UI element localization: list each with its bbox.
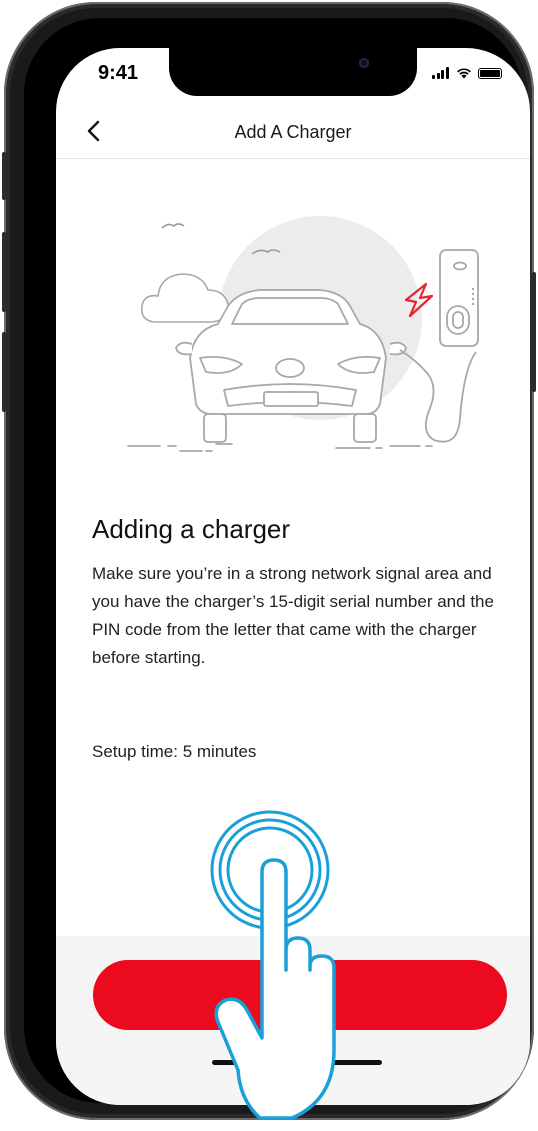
nav-divider <box>56 158 530 159</box>
silent-switch <box>2 152 6 200</box>
home-indicator[interactable] <box>212 1060 382 1065</box>
status-time: 9:41 <box>98 62 139 84</box>
phone-bezel: 9:41 Add A Charger Adding a charger Make… <box>24 18 530 1105</box>
bird-icon <box>161 223 185 229</box>
phone-frame: 9:41 Add A Charger Adding a charger Make… <box>2 2 536 1120</box>
battery-icon <box>478 68 502 79</box>
status-icons <box>432 67 502 79</box>
volume-down-button <box>2 332 6 412</box>
car-charger-illustration <box>127 216 479 452</box>
page-title: Add A Charger <box>234 122 352 142</box>
continue-button[interactable]: Continue <box>93 960 507 1030</box>
wifi-icon <box>457 68 471 79</box>
volume-up-button <box>2 232 6 312</box>
nav-bar: Add A Charger <box>56 108 530 158</box>
screen: 9:41 Add A Charger Adding a charger Make… <box>56 48 530 1105</box>
section-heading: Adding a charger <box>92 514 291 544</box>
notch <box>169 48 417 96</box>
charging-cable <box>399 349 477 443</box>
power-button <box>532 272 536 392</box>
setup-time-text: Setup time: 5 minutes <box>92 742 257 761</box>
ground-lines <box>127 443 433 452</box>
camera-icon <box>359 58 369 68</box>
cloud-icon <box>140 273 229 323</box>
signal-icon <box>432 67 450 79</box>
instructions-text: Make sure you’re in a strong network sig… <box>92 564 494 667</box>
